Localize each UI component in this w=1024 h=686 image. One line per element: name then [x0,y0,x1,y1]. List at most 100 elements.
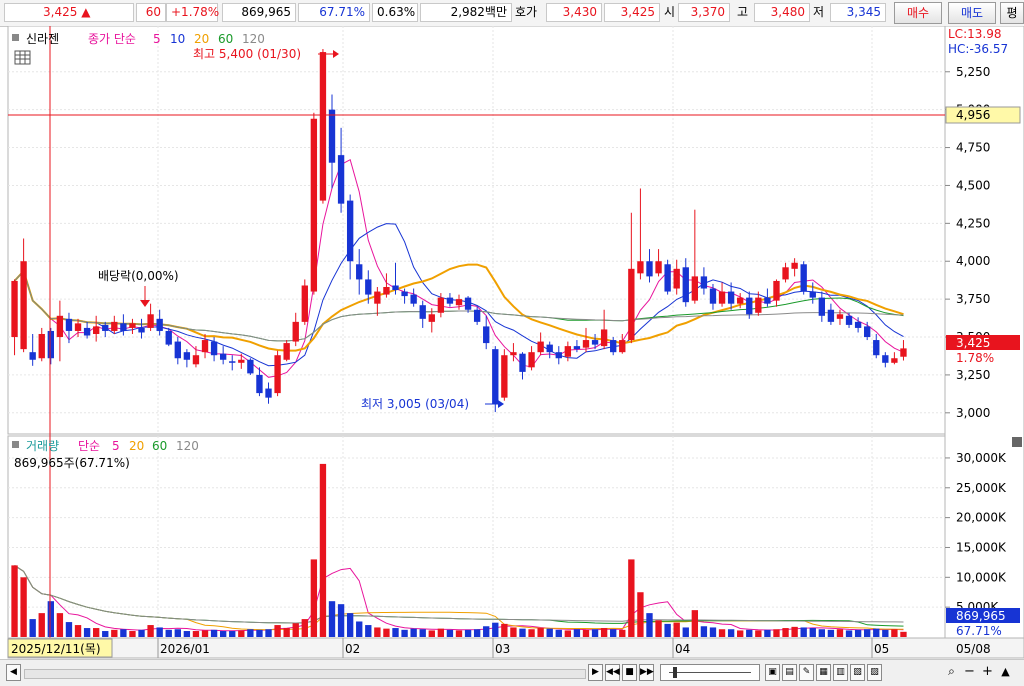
candle-body [283,343,290,360]
evaluate-button[interactable]: 평 [1000,2,1024,24]
dividend-annotation: 배당락(0,00%) [98,269,179,283]
rewind-icon[interactable]: ◀◀ [605,664,620,681]
turnover-rate: 0.63% [372,3,418,22]
candle-body [809,291,816,298]
x-label-may: 05 [874,642,889,656]
volume-bar [283,628,290,637]
candle-body [346,200,354,262]
candle-body [746,297,753,315]
candle-body [138,327,145,333]
layout-icon[interactable]: ▣ [765,664,780,681]
volume-bar [718,629,726,637]
stop-icon[interactable]: ■ [622,664,637,681]
fast-forward-icon[interactable]: ▶▶ [639,664,654,681]
volume-bar [219,631,227,637]
settings-icon[interactable]: ▥ [833,664,848,681]
scroll-left-icon[interactable]: ◀ [6,664,21,681]
volume-panel-menu-icon[interactable] [12,441,19,448]
price-plot-area[interactable] [7,26,946,435]
buy-button[interactable]: 매수 [894,2,942,24]
panel-maximize-icon[interactable] [1012,437,1022,447]
candle-body [265,388,272,398]
volume-bar [247,629,254,637]
volume-bar [383,628,390,637]
candle-body [473,309,481,322]
volume-bar [47,601,54,637]
window-icon[interactable]: ▤ [782,664,797,681]
volume-bar [709,627,717,637]
candle-body [238,359,245,363]
volume-bar [727,629,735,637]
stock-name[interactable]: 신라젠 [26,32,59,46]
vol-ma5-label: 5 [112,439,120,453]
volume-bar [492,622,499,637]
candle-body [174,341,181,359]
candle-body [492,349,499,404]
stock-chart[interactable]: 5,2505,0004,7504,5004,2504,0003,7503,500… [0,26,1024,659]
chart-type-icon[interactable]: ✎ [799,664,814,681]
price-tick-label: 3,750 [956,292,990,306]
current-price: 3,425 [43,5,78,19]
volume-bar [265,629,272,637]
current-volume-ratio: 67.71% [956,624,1002,638]
sell-button[interactable]: 매도 [948,2,996,24]
candle-body [74,323,82,331]
volume-bar [818,629,826,637]
volume-bar [120,629,127,637]
volume-bar [11,565,18,637]
volume-indicator-label[interactable]: 단순 [78,439,100,453]
plus-icon[interactable]: + [980,664,995,681]
volume-bar [455,630,463,637]
candle-body [791,262,798,269]
zoom-slider-handle[interactable] [673,667,677,678]
candle-body [555,352,562,359]
candle-body [546,344,553,353]
volume-bar [74,625,82,637]
export-icon[interactable]: ▨ [867,664,882,681]
x-label-feb: 02 [345,642,360,656]
volume-bar [873,628,880,637]
x-label-jan: 2026/01 [160,642,210,656]
volume-bar [147,625,154,637]
play-icon[interactable]: ▶ [588,664,603,681]
current-volume-label: 869,965 [956,609,1006,623]
compare-icon[interactable]: ▧ [850,664,865,681]
price-tick-label: 4,500 [956,178,990,192]
scroll-track[interactable] [24,669,586,679]
candle-body [455,299,463,306]
cursor-date: 2025/12/11(목) [11,642,101,656]
volume-title[interactable]: 거래량 [26,439,59,453]
candle-body [664,264,671,292]
volume-bar [365,625,372,637]
panel-menu-icon[interactable] [12,34,19,41]
chart-scrollbar[interactable]: ◀ ▶ ◀◀ ■ ▶▶ ▣ ▤ ✎ ▦ ▥ ▧ ▨ ⌕ − + ▲ [0,659,1024,686]
volume-bar [419,629,426,637]
candle-body [310,118,318,292]
lc-label: LC:13.98 [948,27,1001,41]
volume-bar [292,623,299,637]
grid-table-icon[interactable] [14,50,31,65]
volume-bar [174,629,181,637]
price-indicator-label[interactable]: 종가 단순 [88,32,136,46]
zoom-slider[interactable] [660,664,760,681]
trade-amount: 2,982백만 [420,3,512,22]
candle-body [356,264,363,280]
minus-icon[interactable]: − [962,664,977,681]
volume-bar [20,577,27,637]
volume-plot-area[interactable] [7,435,946,639]
candle-body [83,327,91,336]
volume-bar [791,626,798,637]
price-tick-label: 4,000 [956,254,990,268]
period-icon[interactable]: ▦ [816,664,831,681]
search-icon[interactable]: ⌕ [944,664,959,681]
volume-bar [392,628,399,637]
low-label: 저 [813,5,825,19]
candle-body [845,315,853,325]
expand-icon[interactable]: ▲ [998,664,1013,681]
volume-bar [29,619,36,637]
high-label: 고 [737,5,749,19]
vol-ma20-label: 20 [129,439,144,453]
volume-bar [845,630,853,637]
candle-body [102,324,109,331]
volume-bar [229,631,236,637]
